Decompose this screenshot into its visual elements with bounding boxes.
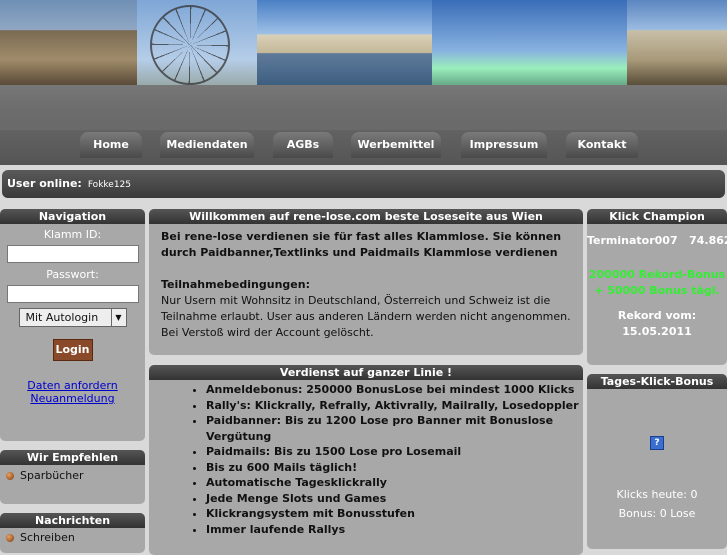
navigation-title: Navigation [0, 209, 145, 224]
daily-bonus: + 50000 Bonus tägl. [594, 284, 720, 297]
chevron-down-icon: ▼ [110, 309, 126, 326]
record-bonus: 200000 Rekord-Bonus [588, 268, 726, 281]
welcome-intro: Bei rene-lose verdienen sie für fast all… [161, 230, 562, 259]
list-item: Klickrangsystem mit Bonusstufen [206, 506, 583, 522]
conditions-text: Nur Usern mit Wohnsitz in Deutschland, Ö… [161, 294, 571, 339]
earnings-box: Verdienst auf ganzer Linie ! Anmeldebonu… [149, 365, 583, 555]
banner-fade [0, 85, 727, 130]
user-online-label: User online: [7, 177, 82, 190]
list-item: Bis zu 600 Mails täglich! [206, 460, 583, 476]
champion-name: Terminator007 [587, 234, 678, 247]
recommend-box: Wir Empfehlen Sparbücher [0, 450, 145, 504]
tab-agbs[interactable]: AGBs [273, 132, 333, 158]
recommend-item[interactable]: Sparbücher [0, 465, 145, 482]
user-online-name: Fokke125 [87, 180, 132, 190]
welcome-title: Willkommen auf rene-lose.com beste Loses… [149, 209, 583, 224]
placeholder-image-icon[interactable]: ? [650, 436, 664, 450]
daily-bonus-box: Tages-Klick-Bonus ? Klicks heute: 0 Bonu… [587, 374, 727, 549]
bullet-icon [6, 472, 14, 480]
conditions-title: Teilnahmebedingungen: [161, 278, 310, 291]
autologin-select-value: Mit Autologin [25, 311, 99, 324]
record-date: 15.05.2011 [622, 325, 692, 338]
klamm-id-label: Klamm ID: [43, 228, 102, 241]
messages-box: Nachrichten Schreiben [0, 513, 145, 553]
tab-impressum[interactable]: Impressum [461, 132, 547, 158]
list-item: Rally's: Klickrally, Refrally, Aktivrall… [206, 398, 583, 414]
navigation-box: Navigation Klamm ID: Passwort: Mit Autol… [0, 209, 145, 441]
list-item: Paidbanner: Bis zu 1200 Lose pro Banner … [206, 413, 583, 444]
list-item: Anmeldebonus: 250000 BonusLose bei minde… [206, 382, 583, 398]
welcome-box: Willkommen auf rene-lose.com beste Loses… [149, 209, 583, 355]
header-banner: Home Mediendaten AGBs Werbemittel Impres… [0, 0, 727, 165]
banner-photo-opera [0, 0, 137, 85]
klamm-id-input[interactable] [6, 245, 139, 263]
list-item: Automatische Tagesklickrally [206, 475, 583, 491]
ferris-wheel-icon [150, 5, 230, 85]
banner-photo-belvedere [257, 0, 432, 85]
autologin-select[interactable]: Mit Autologin ▼ [18, 308, 127, 327]
bullet-icon [6, 534, 14, 542]
list-item: Immer laufende Rallys [206, 522, 583, 538]
champion-title: Klick Champion [587, 209, 727, 224]
champion-box: Klick Champion Terminator007 74.862 2000… [587, 209, 727, 365]
banner-photo-burgtheater [627, 0, 727, 85]
login-button[interactable]: Login [52, 339, 93, 361]
bonus-lose: Bonus: 0 Lose [618, 507, 696, 520]
tab-mediendaten[interactable]: Mediendaten [160, 132, 254, 158]
clicks-today: Klicks heute: 0 [616, 488, 698, 501]
recommend-title: Wir Empfehlen [0, 450, 145, 465]
messages-title: Nachrichten [0, 513, 145, 528]
user-online-bar: User online: Fokke125 [2, 170, 725, 198]
data-request-link[interactable]: Daten anfordern [0, 379, 145, 392]
tab-home[interactable]: Home [80, 132, 142, 158]
earnings-title: Verdienst auf ganzer Linie ! [149, 365, 583, 380]
earnings-list: Anmeldebonus: 250000 BonusLose bei minde… [149, 380, 583, 537]
register-link[interactable]: Neuanmeldung [0, 392, 145, 405]
record-label: Rekord vom: [617, 309, 697, 322]
password-label: Passwort: [46, 268, 99, 281]
list-item: Jede Menge Slots und Games [206, 491, 583, 507]
messages-item[interactable]: Schreiben [0, 528, 145, 544]
tab-werbemittel[interactable]: Werbemittel [351, 132, 441, 158]
password-input[interactable] [6, 285, 139, 303]
champion-score: 74.862 [689, 234, 727, 247]
list-item: Paidmails: Bis zu 1500 Lose pro Losemail [206, 444, 583, 460]
main-nav: Home Mediendaten AGBs Werbemittel Impres… [0, 130, 727, 160]
daily-bonus-title: Tages-Klick-Bonus [587, 374, 727, 389]
tab-kontakt[interactable]: Kontakt [566, 132, 638, 158]
banner-photo-cathedral [432, 0, 627, 85]
